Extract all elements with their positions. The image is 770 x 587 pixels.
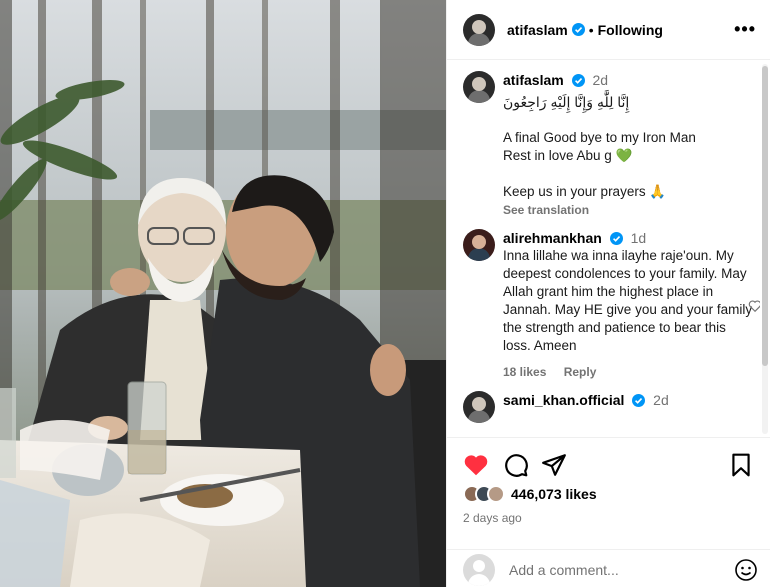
author-username[interactable]: atifaslam	[507, 22, 568, 38]
verified-badge-icon	[571, 74, 585, 87]
comment-item: sami_khan.official 2d	[463, 391, 760, 423]
comment-item: alirehmankhan 1d Inna lillahe wa inna il…	[463, 229, 760, 379]
likes-summary[interactable]: 446,073 likes	[463, 485, 597, 503]
heart-filled-icon[interactable]	[463, 452, 489, 478]
current-user-avatar	[463, 553, 495, 586]
caption-arabic-text: إِنَّا لِلَّٰهِ وَإِنَّا إِلَيْهِ رَاجِع…	[503, 94, 630, 110]
add-comment-row	[447, 549, 770, 587]
comment-time[interactable]: 2d	[653, 392, 669, 408]
likes-count[interactable]: 446,073 likes	[511, 486, 597, 502]
header-separator: •	[588, 21, 594, 38]
caption: atifaslam 2d إِنَّا لِلَّٰهِ وَإِنَّا إِ…	[463, 71, 760, 217]
comment-time[interactable]: 1d	[631, 230, 647, 246]
comment-author[interactable]: sami_khan.official	[503, 392, 624, 408]
liker-avatar	[487, 485, 505, 503]
comment-body: sami_khan.official 2d	[503, 391, 753, 423]
instagram-post-modal: atifaslam • Following ••• atifaslam 2d إ…	[0, 0, 770, 587]
caption-text-2: Keep us in your prayers 🙏	[503, 184, 667, 199]
bookmark-icon[interactable]	[728, 452, 754, 478]
post-header: atifaslam • Following •••	[447, 0, 770, 60]
comment-like-heart-icon[interactable]	[748, 299, 760, 313]
verified-badge-icon	[609, 232, 623, 245]
following-button[interactable]: Following	[598, 22, 663, 38]
comments-scrollbar-thumb[interactable]	[762, 66, 768, 366]
add-comment-input[interactable]	[509, 561, 734, 578]
caption-text-1: A final Good bye to my Iron Man Rest in …	[503, 130, 696, 163]
comment-body: alirehmankhan 1d Inna lillahe wa inna il…	[503, 229, 753, 379]
post-side-panel: atifaslam • Following ••• atifaslam 2d إ…	[446, 0, 770, 587]
post-actions: 446,073 likes 2 days ago	[447, 437, 770, 586]
comment-author[interactable]: alirehmankhan	[503, 230, 602, 246]
action-icons	[463, 452, 754, 480]
caption-author-avatar[interactable]	[463, 71, 495, 103]
commenter-avatar[interactable]	[463, 229, 495, 261]
post-photo-image	[0, 0, 446, 587]
smiley-icon[interactable]	[734, 558, 758, 582]
comment-meta: 18 likes Reply	[503, 365, 753, 379]
caption-time[interactable]: 2d	[592, 72, 608, 88]
author-avatar[interactable]	[463, 13, 495, 46]
caption-author[interactable]: atifaslam	[503, 72, 564, 88]
commenter-avatar[interactable]	[463, 391, 495, 423]
more-options-icon[interactable]: •••	[734, 19, 756, 40]
paper-plane-icon[interactable]	[541, 452, 567, 478]
post-timestamp[interactable]: 2 days ago	[463, 511, 522, 525]
comment-text: Inna lillahe wa inna ilayhe raje'oun. My…	[503, 248, 756, 353]
verified-badge-icon	[632, 394, 646, 407]
comment-likes[interactable]: 18 likes	[503, 365, 546, 379]
see-translation-link[interactable]: See translation	[503, 203, 753, 217]
comment-bubble-icon[interactable]	[503, 452, 529, 478]
post-photo[interactable]	[0, 0, 446, 587]
comments-list[interactable]: atifaslam 2d إِنَّا لِلَّٰهِ وَإِنَّا إِ…	[447, 61, 760, 436]
caption-body: atifaslam 2d إِنَّا لِلَّٰهِ وَإِنَّا إِ…	[503, 71, 753, 217]
verified-badge-icon	[571, 23, 585, 36]
comment-reply-button[interactable]: Reply	[564, 365, 597, 379]
